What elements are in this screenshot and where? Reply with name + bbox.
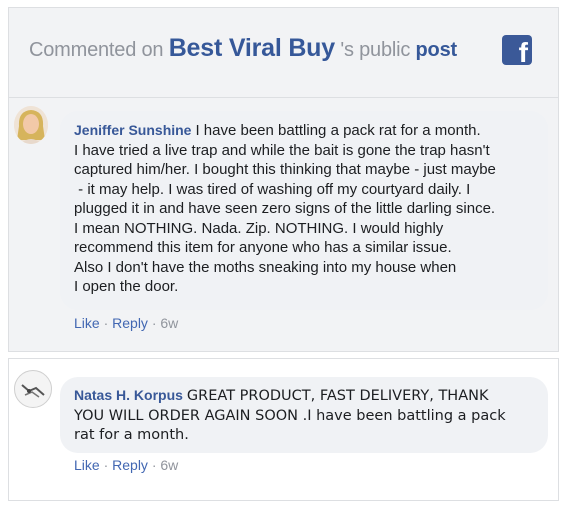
header-suffix: 's public xyxy=(340,39,411,61)
comment-actions: Like · Reply · 6w xyxy=(74,315,178,331)
separator-dot: · xyxy=(103,315,109,331)
facebook-icon[interactable]: f xyxy=(502,35,532,65)
page-name-link[interactable]: Best Viral Buy xyxy=(169,34,335,62)
reply-link[interactable]: Reply xyxy=(112,457,148,473)
comment-text: YOU WILL ORDER AGAIN SOON .I have been b… xyxy=(74,407,506,424)
separator-dot: · xyxy=(151,457,157,473)
comment-text: - it may help. I was tired of washing of… xyxy=(74,180,471,198)
comment-actions: Like · Reply · 6w xyxy=(74,457,178,473)
comment-author[interactable]: Natas H. Korpus xyxy=(74,387,183,403)
reply-link[interactable]: Reply xyxy=(112,315,148,331)
comment-text: rat for a month. xyxy=(74,427,189,443)
avatar[interactable] xyxy=(14,106,48,144)
separator-dot: · xyxy=(151,315,157,331)
header-text: Commented on Best Viral Buy 's public po… xyxy=(29,34,457,63)
avatar-woman-icon xyxy=(14,106,48,144)
post-link[interactable]: post xyxy=(416,39,458,61)
comment-text: I mean NOTHING. Nada. Zip. NOTHING. I wo… xyxy=(74,219,444,237)
comment-text: recommend this item for anyone who has a… xyxy=(74,239,452,256)
card-header: Commented on Best Viral Buy 's public po… xyxy=(9,8,558,98)
comment-author[interactable]: Jeniffer Sunshine xyxy=(74,122,191,138)
comment-line: Natas H. Korpus GREAT PRODUCT, FAST DELIV… xyxy=(74,386,534,407)
avatar-drawing-icon xyxy=(21,384,45,398)
comment-timestamp[interactable]: 6w xyxy=(160,457,178,473)
comment-timestamp[interactable]: 6w xyxy=(160,315,178,331)
comment-text: captured him/her. I bought this thinking… xyxy=(74,161,496,178)
comment-line: Jeniffer Sunshine I have been battling a … xyxy=(74,121,534,141)
comment-bubble: Jeniffer Sunshine I have been battling a … xyxy=(60,111,548,310)
comment-text: Also I don't have the moths sneaking int… xyxy=(74,258,457,276)
header-prefix: Commented on xyxy=(29,39,164,61)
comment-text: plugged it in and have seen zero signs o… xyxy=(74,200,496,217)
comment-text: I have been battling a pack rat for a mo… xyxy=(195,122,481,139)
like-link[interactable]: Like xyxy=(74,457,100,473)
comment-text: I have tried a live trap and while the b… xyxy=(74,141,490,159)
avatar[interactable] xyxy=(14,370,52,408)
comment-text: I open the door. xyxy=(74,278,179,295)
separator-dot: · xyxy=(103,457,109,473)
like-link[interactable]: Like xyxy=(74,315,100,331)
comment-text: GREAT PRODUCT, FAST DELIVERY, THANK xyxy=(186,388,489,404)
comment-bubble: Natas H. Korpus GREAT PRODUCT, FAST DELIV… xyxy=(60,377,548,453)
